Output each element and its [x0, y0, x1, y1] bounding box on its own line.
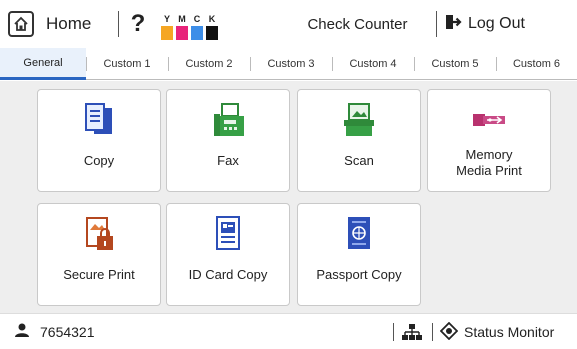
tile-label-line: Memory: [465, 147, 513, 162]
check-counter-button[interactable]: Check Counter: [295, 0, 420, 48]
fax-tile[interactable]: Fax: [166, 89, 290, 192]
top-bar: Home ? Y M C K Check Counter Log Out: [0, 0, 577, 48]
ink-magenta: M: [176, 14, 188, 40]
passport-copy-tile[interactable]: Passport Copy: [297, 203, 421, 306]
logout-button[interactable]: Log Out: [444, 0, 525, 48]
id-card-icon: [167, 216, 289, 252]
scan-icon: [298, 102, 420, 138]
tab-custom-1[interactable]: Custom 1: [86, 48, 168, 80]
logout-icon: [444, 13, 462, 36]
ink-letter: Y: [163, 14, 170, 24]
tile-label: ID Card Copy: [188, 267, 268, 282]
tile-label: Memory Media Print: [432, 147, 546, 179]
help-button[interactable]: ?: [119, 0, 157, 48]
user-info[interactable]: 7654321: [14, 322, 95, 341]
network-icon: [402, 323, 422, 346]
id-card-copy-tile[interactable]: ID Card Copy: [166, 203, 290, 306]
memory-media-print-tile[interactable]: Memory Media Print: [427, 89, 551, 192]
home-icon: [8, 11, 34, 37]
ink-letter: C: [193, 14, 201, 24]
home-button[interactable]: Home: [0, 0, 118, 48]
home-label: Home: [46, 14, 92, 33]
tile-label: Passport Copy: [316, 267, 402, 282]
copy-icon: [38, 102, 160, 138]
tile-label: Secure Print: [63, 267, 135, 282]
passport-icon: [298, 216, 420, 252]
scan-tile[interactable]: Scan: [297, 89, 421, 192]
tab-custom-3[interactable]: Custom 3: [250, 48, 332, 80]
ink-black: K: [206, 14, 218, 40]
tab-custom-5[interactable]: Custom 5: [414, 48, 496, 80]
divider: [436, 11, 437, 37]
ink-letter: K: [208, 14, 216, 24]
ink-levels[interactable]: Y M C K: [161, 0, 218, 48]
secure-print-icon: [38, 216, 160, 252]
secure-print-tile[interactable]: Secure Print: [37, 203, 161, 306]
tile-label: Copy: [83, 153, 115, 168]
user-icon: [14, 322, 30, 341]
tab-custom-4[interactable]: Custom 4: [332, 48, 414, 80]
usb-memory-icon: [428, 102, 550, 138]
bottom-bar: 7654321 Status Monitor: [0, 313, 577, 349]
logout-label: Log Out: [468, 15, 525, 32]
status-monitor-button[interactable]: Status Monitor: [439, 314, 555, 349]
fax-icon: [167, 102, 289, 138]
tab-custom-6[interactable]: Custom 6: [496, 48, 577, 80]
copy-tile[interactable]: Copy: [37, 89, 161, 192]
ink-yellow: Y: [161, 14, 173, 40]
tile-label: Fax: [217, 153, 239, 168]
ink-cyan: C: [191, 14, 203, 40]
tile-label-line: Media Print: [456, 163, 522, 178]
user-id: 7654321: [40, 323, 95, 340]
ink-bar: [206, 26, 218, 40]
status-monitor-label: Status Monitor: [464, 324, 555, 340]
divider: [432, 323, 433, 341]
tile-label: Scan: [344, 153, 374, 168]
ink-letter: M: [178, 14, 186, 24]
ink-bar: [161, 26, 173, 40]
app-grid: Copy Fax Scan Memory Media Print Secure …: [0, 81, 577, 313]
status-monitor-icon: [439, 321, 459, 343]
tab-general[interactable]: General: [0, 48, 86, 80]
ink-bar: [191, 26, 203, 40]
tab-bar: General Custom 1 Custom 2 Custom 3 Custo…: [0, 48, 577, 80]
ink-bar: [176, 26, 188, 40]
divider: [393, 323, 394, 341]
tab-custom-2[interactable]: Custom 2: [168, 48, 250, 80]
